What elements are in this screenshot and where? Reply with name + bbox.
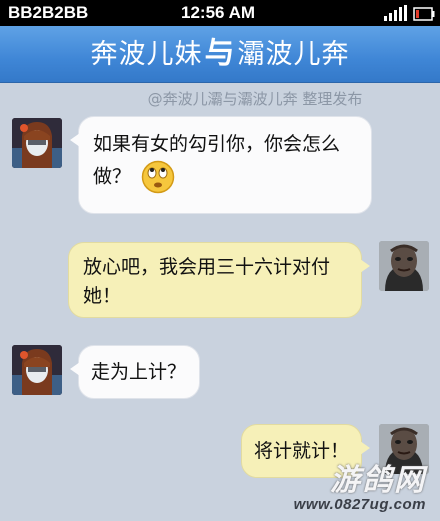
avatar-zombie[interactable] (379, 241, 429, 291)
zombie-avatar-icon (379, 241, 429, 291)
clock: 12:56 AM (181, 3, 256, 22)
message-text: 她！ (83, 285, 122, 307)
message-bubble[interactable]: 放心吧，我会用三十六计对付 她！ (68, 242, 370, 318)
message-bubble[interactable]: 走为上计？ (70, 345, 200, 399)
credit-line: @奔波儿灞与灞波儿奔 整理发布 (147, 90, 363, 108)
rolling-eyes-emoji-icon (141, 160, 175, 194)
carrier-label: BB2B2BB (8, 3, 89, 22)
girl-avatar-icon (12, 118, 62, 168)
signal-icon (384, 5, 407, 21)
message-text: 走为上计？ (91, 361, 187, 383)
site-watermark: 游鸽网 www.0827ug.com (294, 465, 426, 513)
battery-icon (413, 7, 435, 21)
title-separator: 与 (204, 36, 236, 71)
watermark-url: www.0827ug.com (293, 496, 426, 513)
status-bar: BB2B2BB 12:56 AM (0, 0, 440, 26)
message-text: 如果有女的勾引你，你会怎么 (93, 133, 341, 155)
girl-avatar-icon (12, 345, 62, 395)
title-right-name: 灞波儿奔 (237, 39, 350, 70)
avatar-girl[interactable] (12, 345, 62, 395)
watermark-logo: 游鸽网 (330, 463, 426, 498)
message-text: 放心吧，我会用三十六计对付 (83, 256, 331, 278)
message-text-line2: 做？ (93, 160, 357, 194)
title-left-name: 奔波儿妹 (90, 39, 203, 70)
message-text: 做？ (93, 165, 132, 188)
message-bubble[interactable]: 如果有女的勾引你，你会怎么 做？ (70, 116, 372, 214)
avatar-girl[interactable] (12, 118, 62, 168)
chat-title-bar: 奔波儿妹与灞波儿奔 (0, 26, 440, 83)
